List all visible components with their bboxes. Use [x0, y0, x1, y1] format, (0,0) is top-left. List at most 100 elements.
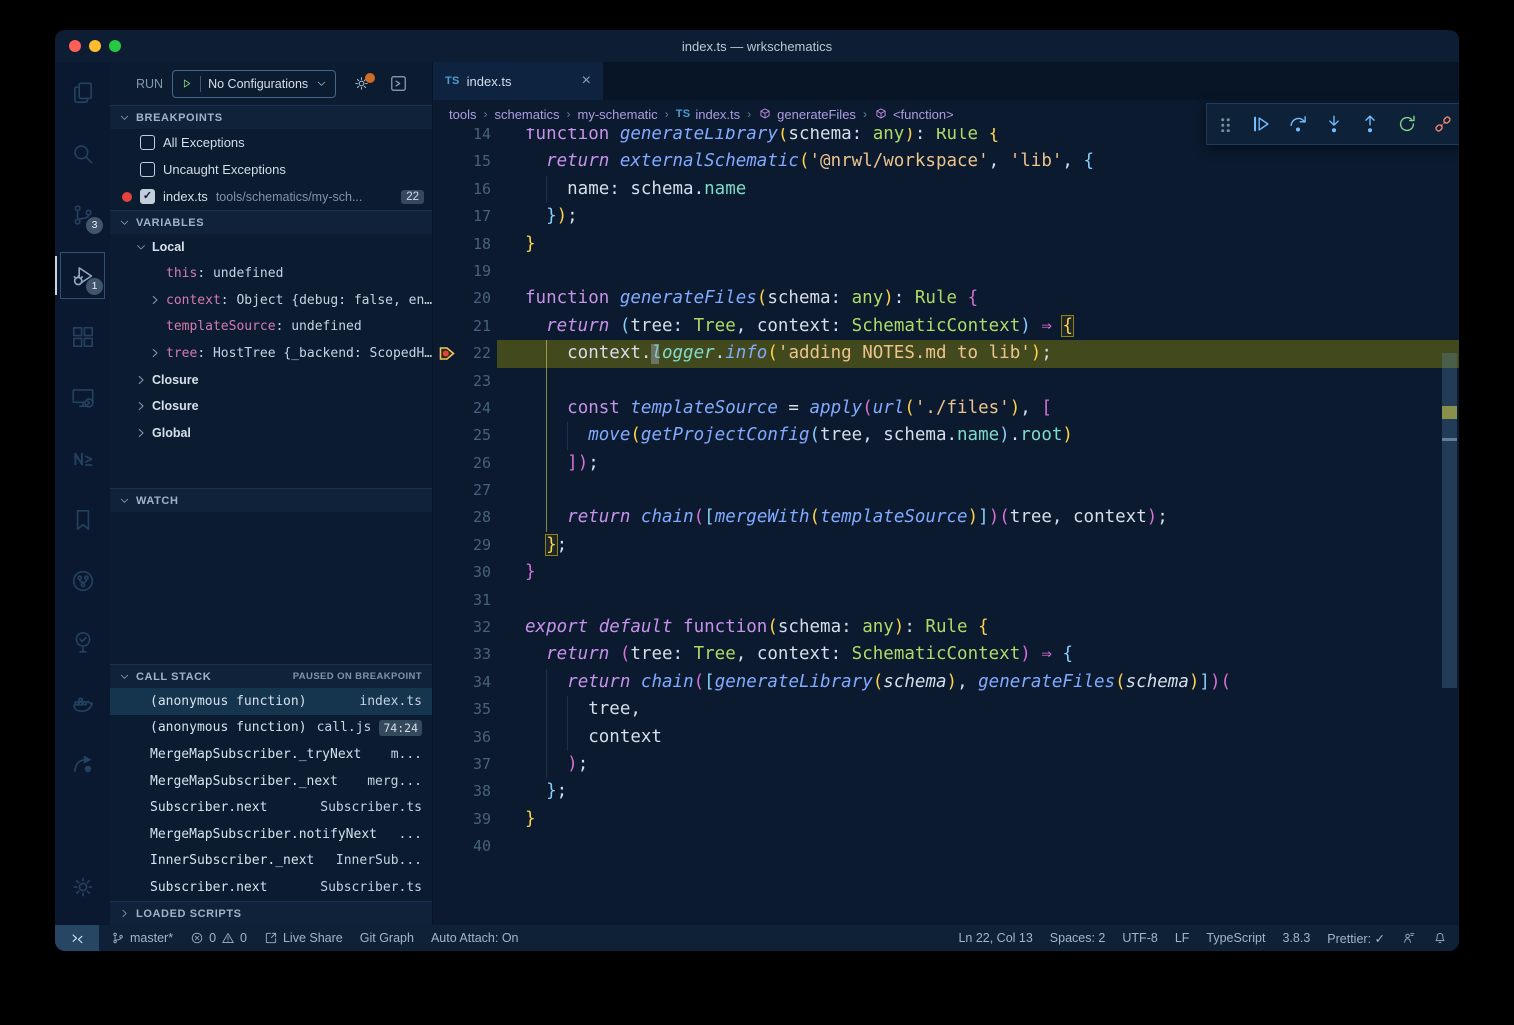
activity-item-remote-explorer[interactable]: [55, 367, 110, 428]
line-number[interactable]: 31: [433, 587, 491, 614]
line-number[interactable]: 24: [433, 395, 491, 422]
line-number[interactable]: 26: [433, 450, 491, 477]
variable-row-context[interactable]: context: Object {debug: false, en…: [110, 287, 432, 314]
step-out-button[interactable]: [1357, 111, 1383, 137]
status-item-eol[interactable]: LF: [1175, 931, 1190, 945]
variables-scope-local[interactable]: Local: [110, 234, 432, 261]
line-number[interactable]: 32: [433, 614, 491, 641]
watch-section-header[interactable]: WATCH: [110, 488, 432, 512]
line-number[interactable]: 30: [433, 559, 491, 586]
line-number[interactable]: 20: [433, 285, 491, 312]
call-stack-frame[interactable]: Subscriber.nextSubscriber.ts: [110, 794, 432, 821]
activity-item-bookmarks[interactable]: [55, 489, 110, 550]
configure-gear-button[interactable]: [353, 75, 370, 92]
line-number[interactable]: 21: [433, 313, 491, 340]
activity-item-todo-tree[interactable]: [55, 611, 110, 672]
status-item-branch[interactable]: master*: [111, 931, 173, 945]
breadcrumb-item[interactable]: <function>: [874, 107, 954, 122]
activity-item-docker[interactable]: [55, 672, 110, 733]
breakpoint-checkbox[interactable]: [140, 162, 155, 177]
code-line-39[interactable]: 39}: [433, 806, 1459, 833]
breadcrumb-item[interactable]: generateFiles: [758, 107, 856, 122]
breakpoints-section-header[interactable]: BREAKPOINTS: [110, 105, 432, 129]
code-line-32[interactable]: 32export default function(schema: any): …: [433, 614, 1459, 641]
line-number[interactable]: 25: [433, 422, 491, 449]
remote-indicator[interactable]: [55, 925, 99, 951]
line-number[interactable]: 39: [433, 806, 491, 833]
breakpoint-row[interactable]: ✓index.tstools/schematics/my-sch...22: [110, 183, 432, 210]
line-number[interactable]: 14: [433, 128, 491, 148]
activity-item-extensions[interactable]: [55, 306, 110, 367]
variables-scope-closure[interactable]: Closure: [110, 393, 432, 420]
continue-button[interactable]: [1248, 111, 1274, 137]
status-item-encoding[interactable]: UTF-8: [1122, 931, 1157, 945]
breadcrumb-item[interactable]: my-schematic: [578, 107, 658, 122]
code-editor[interactable]: 14function generateLibrary(schema: any):…: [433, 128, 1459, 925]
code-line-38[interactable]: 38 };: [433, 778, 1459, 805]
line-number[interactable]: 35: [433, 696, 491, 723]
call-stack-frame[interactable]: InnerSubscriber._nextInnerSub...: [110, 848, 432, 875]
editor-scrollbar[interactable]: [1442, 353, 1457, 688]
status-item-notifications[interactable]: [1433, 931, 1447, 945]
activity-item-nx-console[interactable]: [55, 428, 110, 489]
debug-toolbar-drag-handle[interactable]: [1212, 111, 1238, 137]
line-number[interactable]: 37: [433, 751, 491, 778]
status-item-feedback[interactable]: [1402, 931, 1416, 945]
breakpoint-row[interactable]: All Exceptions: [110, 129, 432, 156]
breadcrumb-item[interactable]: schematics: [494, 107, 559, 122]
code-line-36[interactable]: 36 context: [433, 724, 1459, 751]
code-line-35[interactable]: 35 tree,: [433, 696, 1459, 723]
status-item-live-share[interactable]: Live Share: [264, 931, 343, 945]
debug-console-button[interactable]: [389, 74, 408, 93]
code-line-21[interactable]: 21 return (tree: Tree, context: Schemati…: [433, 313, 1459, 340]
call-stack-frame[interactable]: MergeMapSubscriber._nextmerg...: [110, 768, 432, 795]
line-number[interactable]: 23: [433, 368, 491, 395]
disconnect-button[interactable]: [1430, 111, 1456, 137]
activity-item-source-control[interactable]: 3: [55, 184, 110, 245]
close-window-button[interactable]: [69, 40, 81, 52]
variable-row-this[interactable]: this: undefined: [110, 261, 432, 288]
line-number[interactable]: 40: [433, 833, 491, 860]
activity-item-settings[interactable]: [55, 856, 110, 917]
code-line-23[interactable]: 23: [433, 368, 1459, 395]
variables-scope-closure[interactable]: Closure: [110, 367, 432, 394]
tab-index-ts[interactable]: TS index.ts ×: [433, 62, 603, 100]
code-line-40[interactable]: 40: [433, 833, 1459, 860]
status-item-prettier[interactable]: Prettier: ✓: [1327, 931, 1385, 946]
maximize-window-button[interactable]: [109, 40, 121, 52]
code-line-33[interactable]: 33 return (tree: Tree, context: Schemati…: [433, 641, 1459, 668]
status-item-auto-attach[interactable]: Auto Attach: On: [431, 931, 519, 945]
status-item-language[interactable]: TypeScript: [1206, 931, 1265, 945]
code-line-34[interactable]: 34 return chain([generateLibrary(schema)…: [433, 669, 1459, 696]
breakpoint-row[interactable]: Uncaught Exceptions: [110, 156, 432, 183]
close-tab-icon[interactable]: ×: [582, 73, 591, 89]
variable-row-tree[interactable]: tree: HostTree {_backend: ScopedH…: [110, 340, 432, 367]
code-line-25[interactable]: 25 move(getProjectConfig(tree, schema.na…: [433, 422, 1459, 449]
code-line-26[interactable]: 26 ]);: [433, 450, 1459, 477]
code-line-18[interactable]: 18}: [433, 231, 1459, 258]
activity-item-explorer[interactable]: [55, 62, 110, 123]
code-line-28[interactable]: 28 return chain([mergeWith(templateSourc…: [433, 504, 1459, 531]
line-number[interactable]: 28: [433, 504, 491, 531]
status-item-git-graph[interactable]: Git Graph: [360, 931, 414, 945]
breadcrumb-item[interactable]: TSindex.ts: [676, 107, 740, 122]
line-number[interactable]: 18: [433, 231, 491, 258]
variable-row-templateSource[interactable]: templateSource: undefined: [110, 314, 432, 341]
activity-item-git-graph[interactable]: [55, 550, 110, 611]
breakpoint-checkbox[interactable]: ✓: [140, 189, 155, 204]
step-into-button[interactable]: [1321, 111, 1347, 137]
line-number[interactable]: 19: [433, 258, 491, 285]
code-line-19[interactable]: 19: [433, 258, 1459, 285]
activity-item-search[interactable]: [55, 123, 110, 184]
variables-section-header[interactable]: VARIABLES: [110, 210, 432, 234]
line-number[interactable]: 34: [433, 669, 491, 696]
variables-scope-global[interactable]: Global: [110, 420, 432, 447]
status-item-indentation[interactable]: Spaces: 2: [1050, 931, 1106, 945]
code-line-24[interactable]: 24 const templateSource = apply(url('./f…: [433, 395, 1459, 422]
status-item-ts-version[interactable]: 3.8.3: [1282, 931, 1310, 945]
code-line-22[interactable]: 22 context.logger.info('adding NOTES.md …: [433, 340, 1459, 367]
launch-configuration-dropdown[interactable]: No Configurations: [172, 70, 336, 98]
status-item-cursor-position[interactable]: Ln 22, Col 13: [958, 931, 1032, 945]
line-number[interactable]: 33: [433, 641, 491, 668]
code-line-29[interactable]: 29 };: [433, 532, 1459, 559]
